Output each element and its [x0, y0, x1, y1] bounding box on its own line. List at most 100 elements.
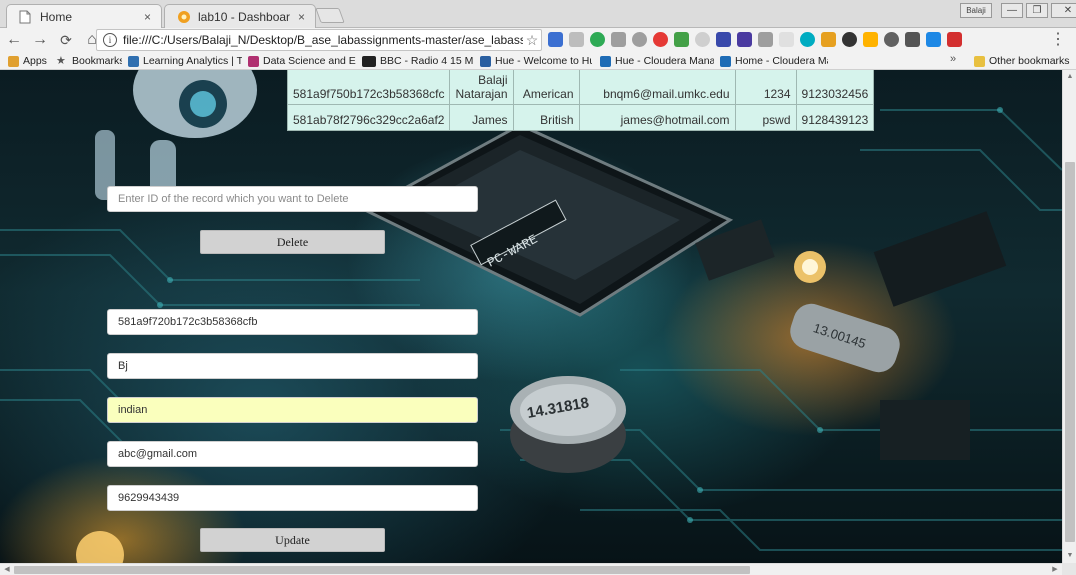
book-extension-icon[interactable]	[737, 32, 752, 47]
bookmark-other[interactable]: Other bookmarks	[974, 53, 1072, 69]
chrome-menu-icon[interactable]: ⋮	[1050, 31, 1066, 49]
grammarly-extension-icon[interactable]	[590, 32, 605, 47]
opera-extension-icon[interactable]	[653, 32, 668, 47]
horizontal-scroll-thumb[interactable]	[14, 566, 750, 574]
bookmark-label: Other bookmarks	[989, 55, 1070, 67]
table-row: 581ab78f2796c329cc2a6af2 James British j…	[286, 104, 875, 131]
update-button[interactable]: Update	[200, 528, 385, 552]
close-tab-icon[interactable]: ×	[144, 10, 151, 24]
scroll-down-icon[interactable]: ▼	[1063, 549, 1076, 563]
cell-name-line: Balaji	[478, 73, 508, 87]
bookmark-label: Learning Analytics | Te	[143, 55, 242, 67]
bookmark-label: Apps	[23, 55, 47, 67]
bookmark-label: Hue - Welcome to Hu	[495, 55, 592, 67]
bookmark-hue-cloudera[interactable]: Hue - Cloudera Mana	[600, 53, 714, 69]
bookmarks-bar: Apps ★ Bookmarks Learning Analytics | Te…	[0, 52, 1076, 70]
edx-icon	[248, 55, 259, 67]
bookmark-home-cloudera[interactable]: Home - Cloudera Ma	[720, 53, 828, 69]
weather-extension-icon[interactable]	[863, 32, 878, 47]
update-id-input[interactable]	[107, 309, 478, 335]
cell-name-line: Natarajan	[455, 87, 508, 101]
bookmark-bookmarks[interactable]: ★ Bookmarks	[56, 53, 122, 69]
pocket-extension-icon[interactable]	[905, 32, 920, 47]
records-table: 581a9f750b172c3b58368cfc Balaji Nataraja…	[286, 70, 875, 131]
update-nationality-input[interactable]	[107, 397, 478, 423]
browser-toolbar: ← → ⟳ ⌂ i file:///C:/Users/Balaji_N/Desk…	[0, 28, 1076, 52]
new-tab-button[interactable]	[315, 8, 345, 23]
scroll-up-icon[interactable]: ▲	[1063, 70, 1076, 84]
download-extension-icon[interactable]	[611, 32, 626, 47]
z-extension-icon[interactable]	[716, 32, 731, 47]
p-extension-icon[interactable]	[884, 32, 899, 47]
info-icon[interactable]: i	[103, 33, 117, 47]
close-tab-icon[interactable]: ×	[298, 10, 305, 24]
vertical-scroll-thumb[interactable]	[1065, 162, 1075, 542]
scroll-right-icon[interactable]: ▶	[1048, 564, 1062, 575]
tab-title: Home	[40, 9, 73, 24]
address-url[interactable]: file:///C:/Users/Balaji_N/Desktop/B_ase_…	[123, 33, 523, 47]
bookmark-hue-welcome[interactable]: Hue - Welcome to Hu	[480, 53, 592, 69]
document-extension-icon[interactable]	[569, 32, 584, 47]
bookmark-label: Hue - Cloudera Mana	[615, 55, 714, 67]
m-extension-icon[interactable]	[800, 32, 815, 47]
horizontal-scrollbar[interactable]: ◀ ▶	[0, 563, 1062, 575]
cell-password: pswd	[734, 104, 797, 131]
forward-button[interactable]: →	[28, 29, 52, 51]
k-extension-icon[interactable]	[758, 32, 773, 47]
update-name-input[interactable]	[107, 353, 478, 379]
page-icon	[19, 10, 33, 24]
close-window-button[interactable]: ✕	[1051, 3, 1076, 18]
minimize-button[interactable]: —	[1001, 3, 1023, 18]
capacitor-illustration: 14.31818	[510, 376, 626, 473]
cell-nationality: British	[512, 104, 580, 131]
bookmark-star-icon[interactable]: ☆	[523, 32, 541, 49]
cell-id: 581a9f750b172c3b58368cfc	[286, 70, 451, 105]
bookmark-label: Home - Cloudera Ma	[735, 55, 828, 67]
bookmark-learning-analytics[interactable]: Learning Analytics | Te	[128, 53, 242, 69]
tab-home[interactable]: Home ×	[6, 4, 162, 28]
maximize-button[interactable]: ❐	[1026, 3, 1048, 18]
flag-extension-icon[interactable]	[926, 32, 941, 47]
r-extension-icon[interactable]	[779, 32, 794, 47]
tab-strip: Home × lab10 - Dashboard × Balaji — ❐ ✕	[0, 0, 1076, 28]
wave-extension-icon[interactable]	[821, 32, 836, 47]
vertical-scrollbar[interactable]: ▲ ▼	[1062, 70, 1076, 563]
bookmark-data-science[interactable]: Data Science and Eng	[248, 53, 356, 69]
profile-button[interactable]: Balaji	[960, 3, 992, 18]
apps-grid-icon	[8, 55, 19, 67]
address-bar[interactable]: i file:///C:/Users/Balaji_N/Desktop/B_as…	[96, 29, 542, 51]
bookmark-label: BBC - Radio 4 15 Minu	[380, 55, 474, 67]
bookmark-apps[interactable]: Apps	[8, 53, 54, 69]
cell-name-line: James	[472, 113, 508, 127]
delete-id-input[interactable]	[107, 186, 478, 212]
green-extension-icon[interactable]	[674, 32, 689, 47]
bookmark-label: Bookmarks	[72, 55, 122, 67]
crystal-illustration: 13.00145	[790, 303, 900, 373]
bookmark-bbc-radio[interactable]: BBC - Radio 4 15 Minu	[362, 53, 474, 69]
extension-icons	[548, 32, 962, 47]
scroll-left-icon[interactable]: ◀	[0, 564, 14, 575]
scrollbar-corner	[1062, 563, 1076, 575]
update-email-input[interactable]	[107, 441, 478, 467]
table-row: 581a9f750b172c3b58368cfc Balaji Nataraja…	[286, 70, 875, 105]
back-button[interactable]: ←	[2, 29, 26, 51]
folder-icon	[974, 55, 985, 67]
reload-button[interactable]: ⟳	[54, 29, 78, 51]
circle-extension-icon[interactable]	[695, 32, 710, 47]
gmail-extension-icon[interactable]	[947, 32, 962, 47]
tab-lab10-dashboard[interactable]: lab10 - Dashboard ×	[164, 4, 316, 28]
cloudera-icon	[720, 55, 731, 67]
translate-extension-icon[interactable]	[548, 32, 563, 47]
cloud-extension-icon[interactable]	[632, 32, 647, 47]
cell-nationality: American	[512, 70, 580, 105]
bookmarks-overflow-button[interactable]: »	[950, 53, 956, 65]
cell-phone: 9128439123	[795, 104, 875, 131]
delete-button[interactable]: Delete	[200, 230, 385, 254]
tab-title: lab10 - Dashboard	[198, 9, 290, 24]
hue-icon	[480, 55, 491, 67]
bbc-icon	[362, 55, 376, 67]
window-controls: Balaji — ❐ ✕	[960, 3, 1076, 18]
dark-extension-icon[interactable]	[842, 32, 857, 47]
update-phone-input[interactable]	[107, 485, 478, 511]
cloudera-icon	[600, 55, 611, 67]
